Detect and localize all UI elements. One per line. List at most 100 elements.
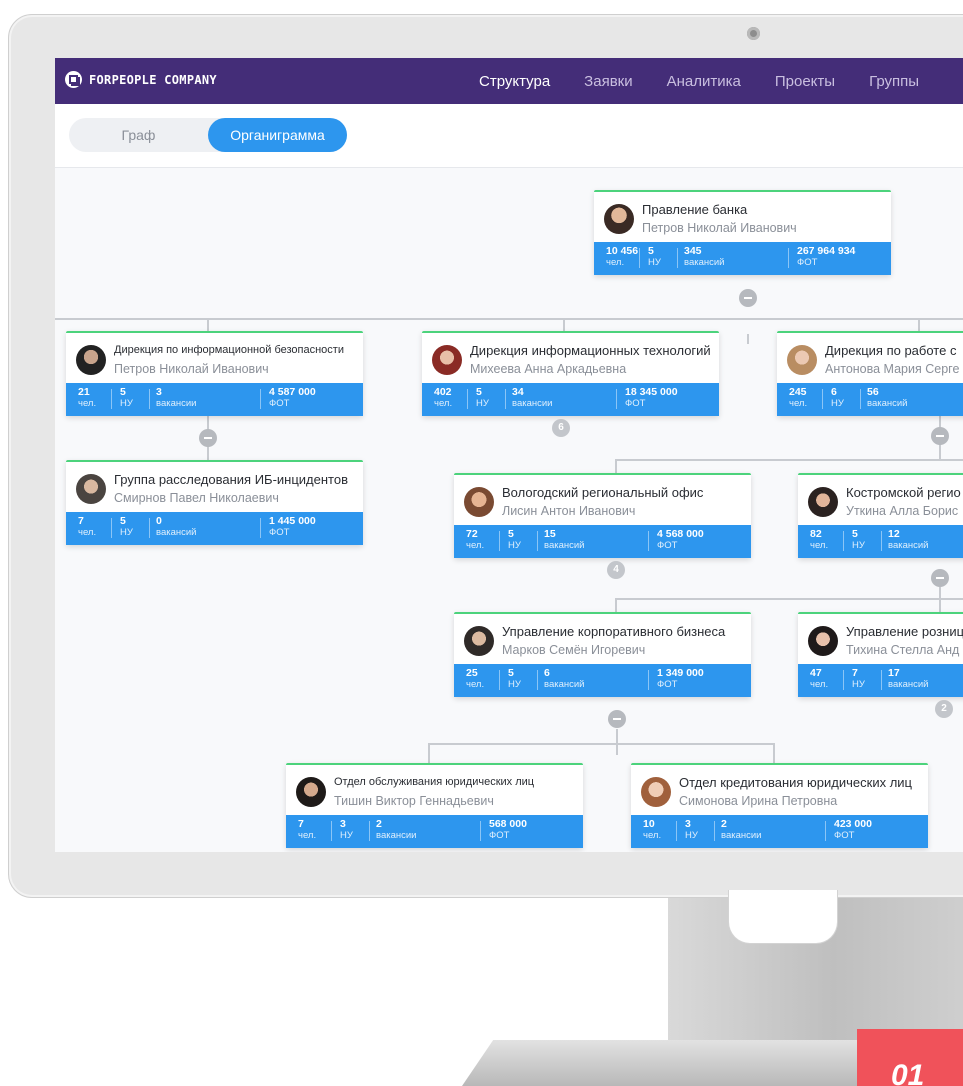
nav-item-analytics[interactable]: Аналитика [667, 73, 741, 90]
payroll: 423 000 [834, 818, 872, 830]
tab-orgchart[interactable]: Органиграмма [208, 118, 347, 152]
unit-stats: 82 чел. 5 НУ 12 вакансий [798, 525, 963, 558]
orgchart-node[interactable]: Вологодский региональный офис Лисин Анто… [454, 473, 751, 558]
connector-line [615, 459, 963, 461]
collapse-toggle[interactable] [931, 427, 949, 445]
view-toolbar: Граф Органиграмма [55, 104, 963, 168]
unit-stats: 7 чел. 3 НУ 2 вакансии 568 000 ФОТ [286, 815, 583, 848]
unit-stats: 10 чел. 3 НУ 2 вакансии 423 000 ФОТ [631, 815, 928, 848]
avatar [808, 487, 838, 517]
stat-label: НУ [476, 398, 489, 409]
stat-label: чел. [78, 398, 97, 409]
payroll: 4 587 000 [269, 386, 316, 398]
vacancy-count: 15 [544, 528, 556, 540]
connector-line [615, 598, 963, 600]
collapsed-children-count[interactable]: 6 [552, 419, 570, 437]
stat-label: НУ [340, 830, 353, 841]
unit-head: Тишин Виктор Геннадьевич [334, 794, 494, 808]
payroll: 4 568 000 [657, 528, 704, 540]
vacancy-count: 17 [888, 667, 900, 679]
nu-count: 5 [120, 386, 126, 398]
avatar [808, 626, 838, 656]
orgchart-node[interactable]: Управление розниц Тихина Стелла Анд 47 че… [798, 612, 963, 697]
headcount: 21 [78, 386, 90, 398]
tab-graph[interactable]: Граф [69, 118, 208, 152]
orgchart-canvas[interactable]: Правление банка Петров Николай Иванович … [55, 169, 963, 852]
connector-line [615, 459, 617, 474]
unit-head: Смирнов Павел Николаевич [114, 491, 279, 505]
vacancy-count: 3 [156, 386, 162, 398]
view-switcher: Граф Органиграмма [69, 118, 347, 152]
orgchart-node[interactable]: Костромской регио Уткина Алла Борис 82 че… [798, 473, 963, 558]
orgchart-node[interactable]: Отдел обслуживания юридических лиц Тишин… [286, 763, 583, 848]
unit-name: Отдел обслуживания юридических лиц [334, 776, 535, 788]
orgchart-node[interactable]: Правление банка Петров Николай Иванович … [594, 190, 891, 275]
unit-stats: 245 чел. 6 НУ 56 вакансий [777, 383, 963, 416]
nu-count: 7 [852, 667, 858, 679]
stat-label: НУ [852, 679, 865, 690]
orgchart-node[interactable]: Отдел кредитования юридических лиц Симон… [631, 763, 928, 848]
orgchart-node[interactable]: Дирекция по работе с Антонова Мария Серг… [777, 331, 963, 416]
unit-stats: 402 чел. 5 НУ 34 вакансии 18 345 000 ФОТ [422, 383, 719, 416]
payroll: 1 445 000 [269, 515, 316, 527]
nu-count: 5 [476, 386, 482, 398]
orgchart-node[interactable]: Управление корпоративного бизнеса Марков… [454, 612, 751, 697]
nav-item-projects[interactable]: Проекты [775, 73, 835, 90]
nu-count: 6 [831, 386, 837, 398]
stat-label: НУ [120, 398, 133, 409]
unit-name: Дирекция по информационной безопасности [114, 344, 344, 356]
unit-head: Марков Семён Игоревич [502, 643, 646, 657]
payroll: 568 000 [489, 818, 527, 830]
collapsed-children-count[interactable]: 2 [935, 700, 953, 718]
stat-label: чел. [643, 830, 662, 841]
nav-item-requests[interactable]: Заявки [584, 73, 632, 90]
unit-head: Антонова Мария Серге [825, 362, 960, 376]
top-navigation-bar: FORPEOPLE COMPANY Структура Заявки Анали… [55, 58, 963, 104]
collapse-toggle[interactable] [608, 710, 626, 728]
connector-line [773, 743, 775, 763]
stat-label: ФОТ [269, 398, 290, 409]
stat-label: вакансии [156, 398, 197, 409]
nu-count: 3 [340, 818, 346, 830]
stat-label: НУ [852, 540, 865, 551]
stat-label: вакансий [888, 540, 929, 551]
stat-label: НУ [685, 830, 698, 841]
company-logo[interactable]: FORPEOPLE COMPANY [65, 71, 217, 88]
connector-line [615, 598, 617, 613]
orgchart-node[interactable]: Группа расследования ИБ-инцидентов Смирн… [66, 460, 363, 545]
vacancy-count: 34 [512, 386, 524, 398]
payroll: 1 349 000 [657, 667, 704, 679]
stat-label: ФОТ [797, 257, 818, 268]
unit-head: Симонова Ирина Петровна [679, 794, 838, 808]
avatar [641, 777, 671, 807]
nav-item-structure[interactable]: Структура [479, 73, 550, 90]
monitor-mockup: 01 FORPEOPLE COMPANY Структура Заявки Ан… [0, 0, 963, 1086]
stat-label: НУ [508, 540, 521, 551]
collapse-toggle[interactable] [739, 289, 757, 307]
collapse-toggle[interactable] [931, 569, 949, 587]
avatar [76, 474, 106, 504]
stat-label: вакансии [512, 398, 553, 409]
unit-stats: 10 456 чел. 5 НУ 345 вакансий 267 964 934 ФО… [594, 242, 891, 275]
unit-head: Уткина Алла Борис [846, 504, 959, 518]
stat-label: ФОТ [269, 527, 290, 538]
unit-name: Дирекция информационных технологий [470, 343, 711, 358]
unit-name: Отдел кредитования юридических лиц [679, 775, 912, 790]
orgchart-node[interactable]: Дирекция по информационной безопасности … [66, 331, 363, 416]
orgchart-node[interactable]: Дирекция информационных технологий Михее… [422, 331, 719, 416]
stat-label: ФОТ [489, 830, 510, 841]
unit-head: Михеева Анна Аркадьевна [470, 362, 627, 376]
stat-label: ФОТ [834, 830, 855, 841]
stat-label: вакансий [888, 679, 929, 690]
headcount: 10 456 [606, 245, 639, 257]
connector-line [55, 318, 963, 320]
connector-line [207, 318, 209, 331]
collapse-toggle[interactable] [199, 429, 217, 447]
vacancy-count: 2 [376, 818, 382, 830]
stat-label: НУ [831, 398, 844, 409]
nu-count: 5 [852, 528, 858, 540]
nav-item-groups[interactable]: Группы [869, 73, 919, 90]
connector-line [918, 318, 920, 331]
collapsed-children-count[interactable]: 4 [607, 561, 625, 579]
unit-stats: 21 чел. 5 НУ 3 вакансии 4 587 000 ФОТ [66, 383, 363, 416]
